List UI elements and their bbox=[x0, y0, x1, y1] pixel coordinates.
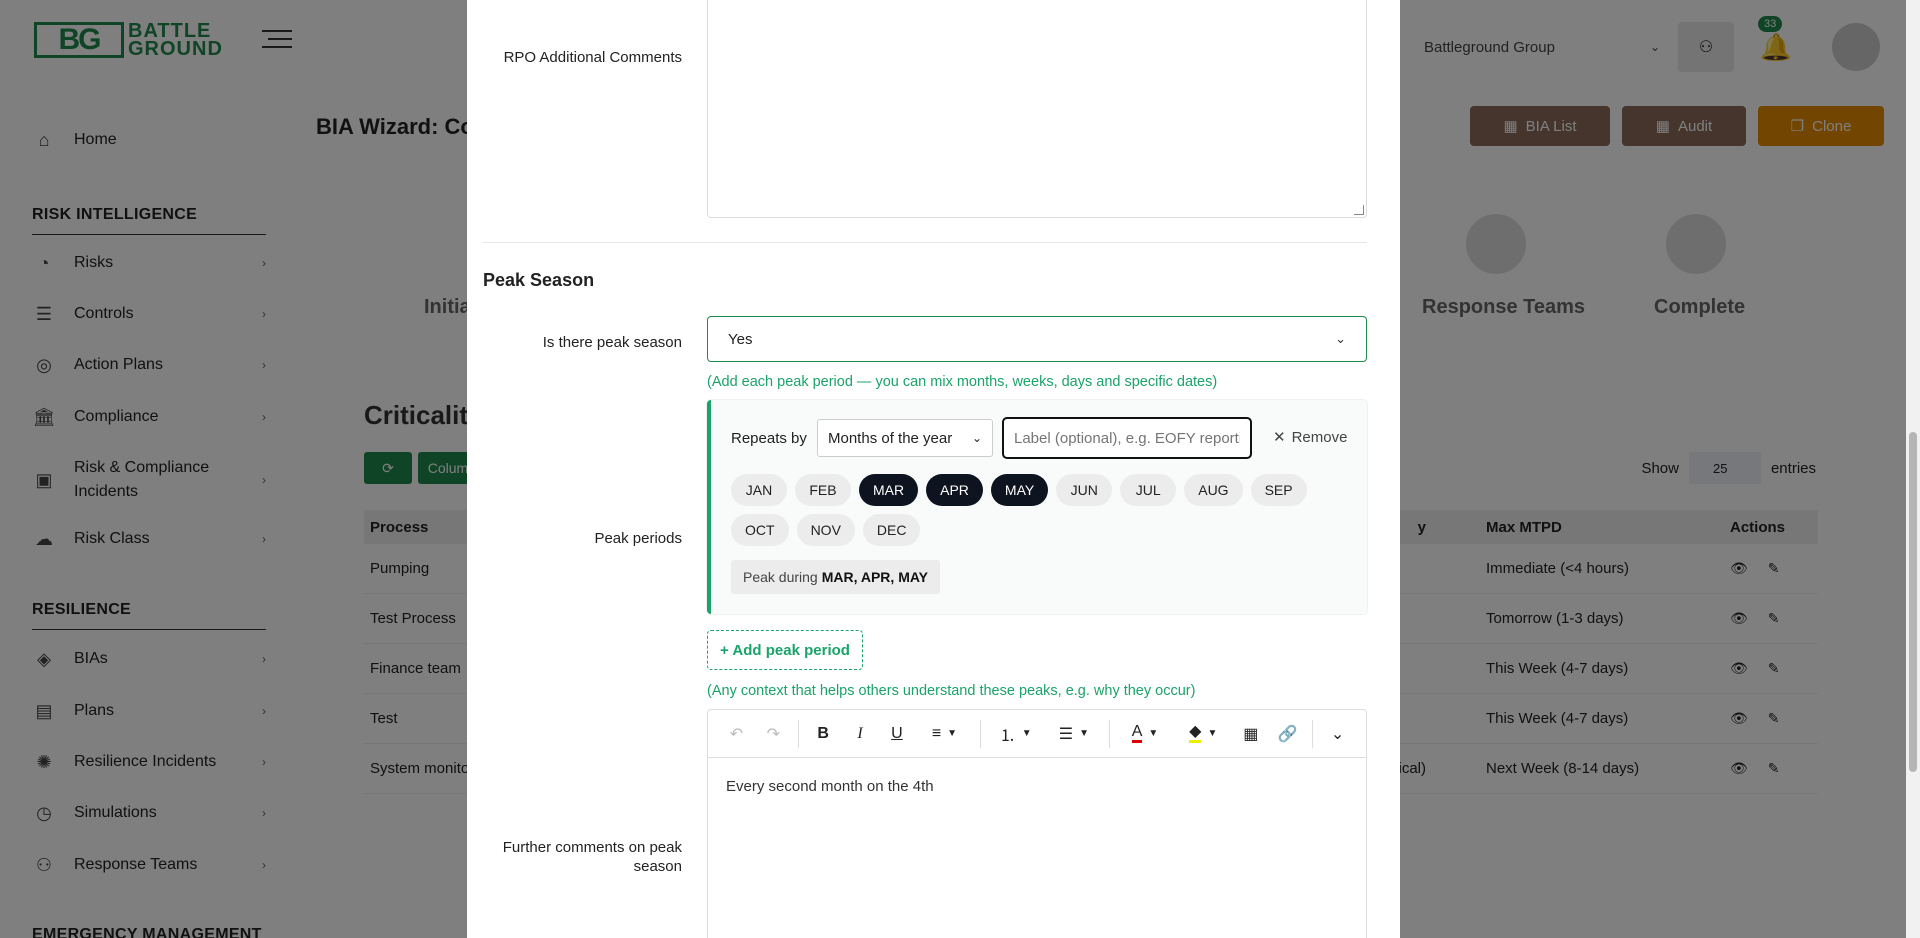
remove-label: Remove bbox=[1291, 428, 1348, 446]
undo-icon[interactable]: ↶ bbox=[718, 719, 755, 749]
chevron-down-icon: ⌄ bbox=[971, 431, 982, 445]
month-chip-jan[interactable]: JAN bbox=[731, 474, 787, 506]
month-chips: JAN FEB MAR APR MAY JUN JUL AUG SEP OCT … bbox=[731, 474, 1351, 546]
rpo-comments-label: RPO Additional Comments bbox=[503, 49, 682, 66]
further-comments-label-line2: season bbox=[633, 858, 682, 875]
peak-season-select-value: Yes bbox=[728, 330, 753, 348]
bullet-list-icon[interactable]: ☰ ▼ bbox=[1045, 719, 1103, 749]
month-chip-dec[interactable]: DEC bbox=[862, 514, 921, 546]
month-chip-mar[interactable]: MAR bbox=[859, 474, 919, 506]
redo-icon[interactable]: ↷ bbox=[755, 719, 792, 749]
month-chip-jun[interactable]: JUN bbox=[1056, 474, 1113, 506]
editor-content[interactable]: Every second month on the 4th bbox=[708, 758, 1366, 815]
close-icon: ✕ bbox=[1273, 429, 1286, 446]
bia-peak-season-modal: RPO Additional Comments Peak Season Is t… bbox=[467, 0, 1400, 938]
peak-period-card: Repeats by Months of the year ⌄ ✕ Remove… bbox=[707, 400, 1367, 614]
table-icon[interactable]: ▦ bbox=[1232, 719, 1269, 749]
month-chip-jul[interactable]: JUL bbox=[1120, 474, 1177, 506]
numbered-list-icon[interactable]: ⒈ ▼ bbox=[987, 719, 1045, 749]
further-comments-label-line1: Further comments on peak bbox=[502, 839, 682, 856]
month-chip-aug[interactable]: AUG bbox=[1184, 474, 1243, 506]
month-chip-sep[interactable]: SEP bbox=[1250, 474, 1307, 506]
page-scrollbar[interactable] bbox=[1906, 0, 1920, 938]
link-icon[interactable]: 🔗 bbox=[1269, 719, 1306, 749]
peak-summary-prefix: Peak during bbox=[743, 569, 818, 585]
remove-period-button[interactable]: ✕ Remove bbox=[1273, 428, 1348, 447]
add-peak-period-button[interactable]: + Add peak period bbox=[707, 630, 863, 670]
month-chip-may[interactable]: MAY bbox=[990, 474, 1049, 506]
repeats-by-value: Months of the year bbox=[828, 429, 953, 447]
month-chip-nov[interactable]: NOV bbox=[796, 514, 855, 546]
month-chip-apr[interactable]: APR bbox=[926, 474, 983, 506]
toolbar-divider bbox=[1312, 719, 1314, 748]
peak-periods-label: Peak periods bbox=[594, 530, 682, 547]
more-chevron-icon[interactable]: ⌄ bbox=[1319, 719, 1356, 749]
editor-toolbar: ↶ ↷ B I U ≡ ▼ ⒈ ▼ ☰ ▼ A ▼ ◆ ▼ ▦ 🔗 ⌄ bbox=[708, 710, 1366, 758]
peak-season-select[interactable]: Yes ⌄ bbox=[707, 316, 1367, 362]
peak-season-question-label: Is there peak season bbox=[542, 334, 682, 351]
peak-summary-months: MAR, APR, MAY bbox=[821, 569, 929, 585]
peak-context-hint: (Any context that helps others understan… bbox=[707, 683, 1196, 699]
period-label-input[interactable] bbox=[1002, 417, 1252, 459]
italic-icon[interactable]: I bbox=[842, 719, 879, 749]
section-divider bbox=[483, 242, 1367, 243]
month-chip-oct[interactable]: OCT bbox=[731, 514, 789, 546]
peak-comments-editor: ↶ ↷ B I U ≡ ▼ ⒈ ▼ ☰ ▼ A ▼ ◆ ▼ ▦ 🔗 ⌄ Every sec… bbox=[707, 709, 1367, 938]
highlight-color-icon[interactable]: ◆ ▼ bbox=[1174, 719, 1232, 749]
scrollbar-thumb[interactable] bbox=[1909, 432, 1917, 772]
align-icon[interactable]: ≡ ▼ bbox=[915, 719, 973, 749]
chevron-down-icon: ⌄ bbox=[1335, 331, 1346, 346]
rpo-comments-textarea[interactable] bbox=[707, 0, 1367, 218]
toolbar-divider bbox=[797, 719, 799, 748]
peak-periods-hint: (Add each peak period — you can mix mont… bbox=[707, 374, 1218, 390]
peak-season-title: Peak Season bbox=[483, 270, 595, 290]
further-comments-label: Further comments on peak season bbox=[503, 838, 682, 876]
toolbar-divider bbox=[979, 719, 981, 748]
repeats-by-label: Repeats by bbox=[731, 430, 807, 447]
repeats-by-select[interactable]: Months of the year ⌄ bbox=[817, 419, 993, 457]
peak-summary: Peak during MAR, APR, MAY bbox=[731, 560, 941, 594]
month-chip-feb[interactable]: FEB bbox=[795, 474, 851, 506]
bold-icon[interactable]: B bbox=[805, 719, 842, 749]
underline-icon[interactable]: U bbox=[878, 719, 915, 749]
toolbar-divider bbox=[1108, 719, 1110, 748]
resize-handle-icon[interactable] bbox=[1354, 205, 1364, 215]
text-color-icon[interactable]: A ▼ bbox=[1116, 719, 1174, 749]
